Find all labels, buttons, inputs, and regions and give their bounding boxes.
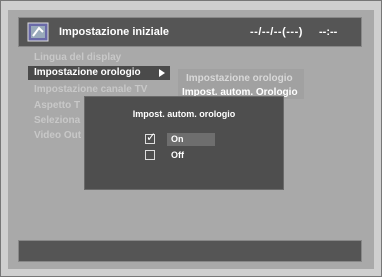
setup-icon	[27, 22, 49, 42]
checkbox-off[interactable]	[145, 150, 155, 160]
header-date: --/--/--(---)	[250, 26, 303, 38]
menu-item-video-out[interactable]: Video Out	[34, 130, 81, 141]
menu-item-aspect[interactable]: Aspetto T	[34, 100, 80, 111]
submenu-item-clock-setting[interactable]: Impostazione orologio	[186, 73, 293, 84]
header-title: Impostazione iniziale	[59, 26, 170, 38]
dialog-title: Impost. autom. orologio	[132, 109, 236, 119]
checkmark-icon: ✓	[146, 130, 157, 144]
header-bar: Impostazione iniziale --/--/--(---) --:-…	[18, 17, 362, 47]
header-time: --:--	[319, 26, 338, 38]
option-off-label: Off	[171, 150, 184, 160]
sub-menu: Impostazione orologio Impost. autom. Oro…	[178, 69, 304, 99]
footer-bar	[18, 240, 362, 262]
auto-clock-dialog: Impost. autom. orologio ✓ On Off	[84, 96, 284, 190]
menu-item-clock-setting[interactable]: Impostazione orologio	[28, 66, 170, 80]
menu-item-select[interactable]: Seleziona	[34, 115, 80, 126]
option-on-label: On	[171, 134, 184, 144]
menu-item-tv-channel[interactable]: Impostazione canale TV	[34, 84, 147, 95]
menu-item-clock-setting-label: Impostazione orologio	[34, 67, 141, 78]
menu-item-display-language[interactable]: Lingua del display	[34, 52, 121, 63]
arrow-right-icon	[159, 69, 165, 77]
